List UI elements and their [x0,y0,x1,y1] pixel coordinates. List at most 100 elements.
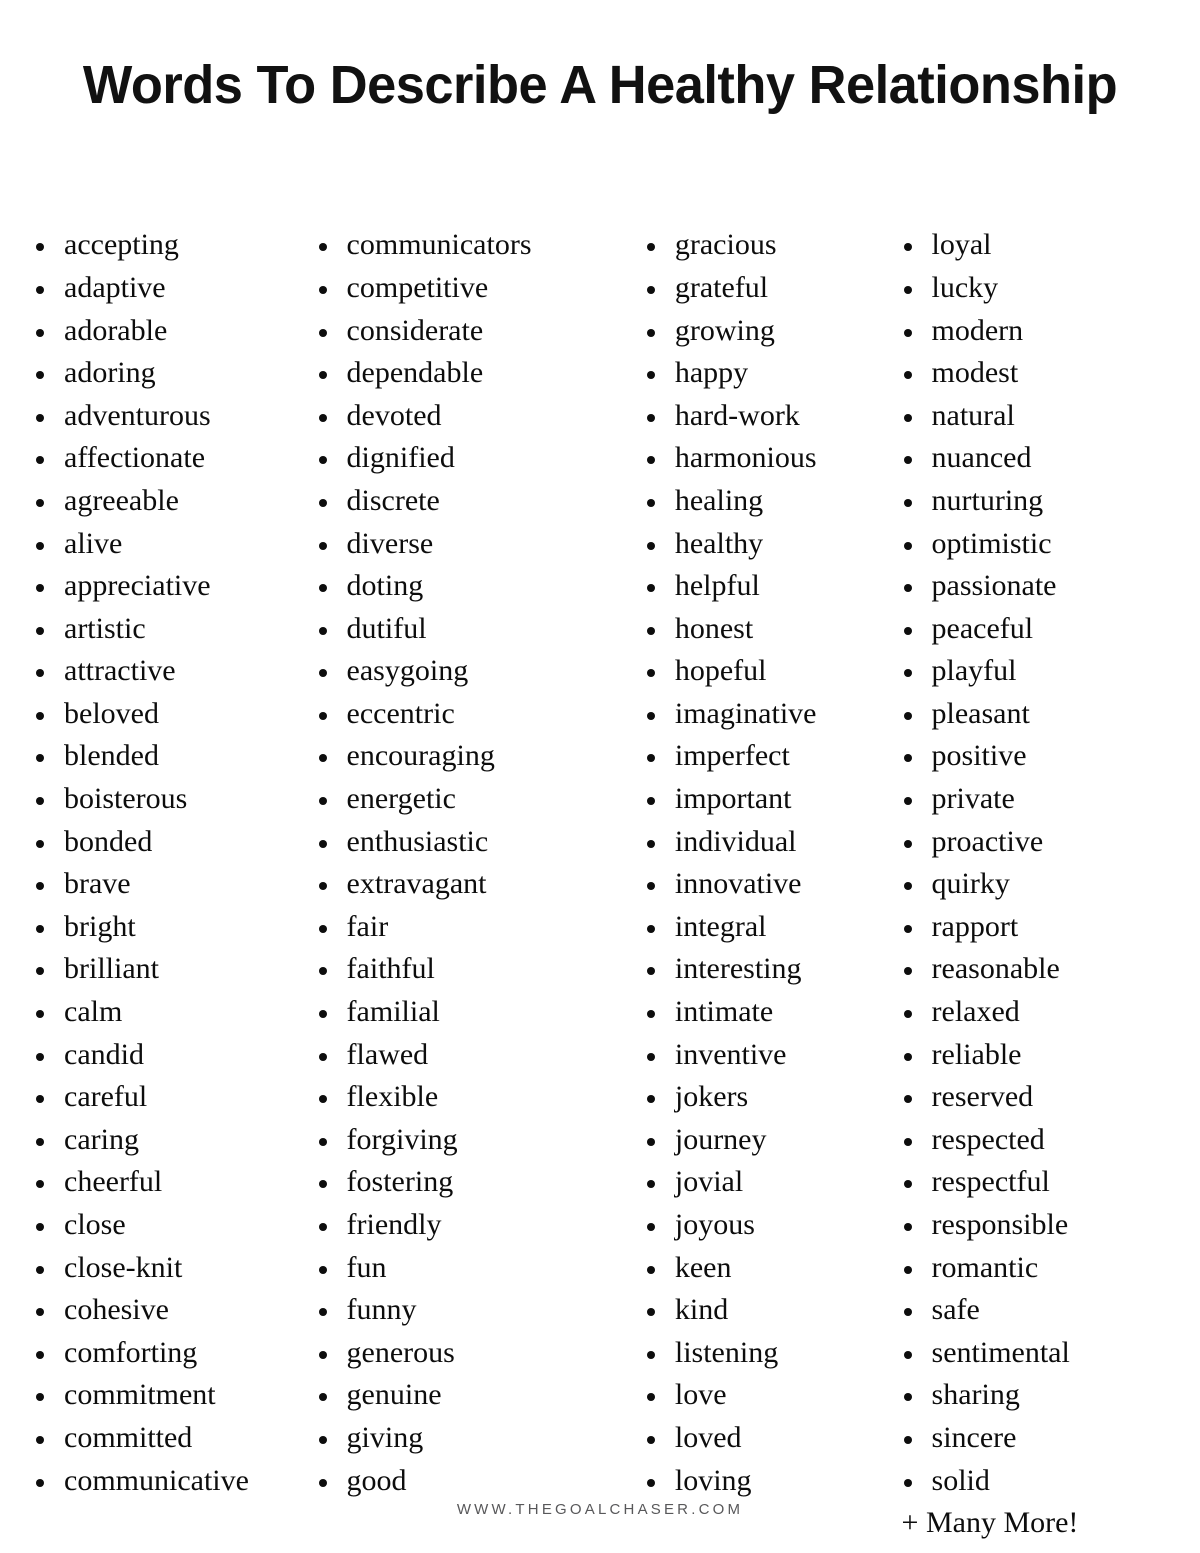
page-footer: WWW.THEGOALCHASER.COM [0,1501,1200,1519]
list-item: joyous [637,1204,886,1247]
list-item: cheerful [26,1161,299,1204]
list-item: giving [309,1417,625,1460]
list-item: eccentric [309,693,625,736]
list-item: journey [637,1119,886,1162]
list-item: good [309,1460,625,1503]
list-item: careful [26,1076,299,1119]
list-item: commitment [26,1374,299,1417]
list-item: beloved [26,693,299,736]
printable-word-list-page: Words To Describe A Healthy Relationship… [0,0,1200,1553]
list-item: close-knit [26,1247,299,1290]
list-item: listening [637,1332,886,1375]
list-item: comforting [26,1332,299,1375]
list-item: individual [637,821,886,864]
list-item: energetic [309,778,625,821]
list-item: genuine [309,1374,625,1417]
list-item: artistic [26,608,299,651]
list-item: adaptive [26,267,299,310]
page-title: Words To Describe A Healthy Relationship [82,55,1118,116]
list-item: flawed [309,1034,625,1077]
list-item: hopeful [637,650,886,693]
list-item: modest [894,352,1184,395]
list-item: considerate [309,310,625,353]
list-item: fun [309,1247,625,1290]
list-item: harmonious [637,437,886,480]
list-item: respected [894,1119,1184,1162]
list-item: sincere [894,1417,1184,1460]
list-item: bonded [26,821,299,864]
list-item: pleasant [894,693,1184,736]
list-item: fostering [309,1161,625,1204]
list-item: positive [894,735,1184,778]
word-column-4: loyal lucky modern modest natural nuance… [886,224,1184,1544]
list-item: fair [309,906,625,949]
list-item: dutiful [309,608,625,651]
list-item: familial [309,991,625,1034]
list-item: dignified [309,437,625,480]
list-item: bright [26,906,299,949]
list-item: adoring [26,352,299,395]
list-item: easygoing [309,650,625,693]
list-item: forgiving [309,1119,625,1162]
list-item: reserved [894,1076,1184,1119]
list-item: quirky [894,863,1184,906]
list-item: affectionate [26,437,299,480]
word-list-1: accepting adaptive adorable adoring adve… [26,224,299,1502]
list-item: alive [26,523,299,566]
list-item: agreeable [26,480,299,523]
list-item: nuanced [894,437,1184,480]
list-item: funny [309,1289,625,1332]
list-item: brilliant [26,948,299,991]
footer-website-url: WWW.THEGOALCHASER.COM [456,1501,744,1518]
list-item: nurturing [894,480,1184,523]
list-item: competitive [309,267,625,310]
list-item: enthusiastic [309,821,625,864]
list-item: important [637,778,886,821]
list-item: committed [26,1417,299,1460]
list-item: happy [637,352,886,395]
list-item: interesting [637,948,886,991]
list-item: sentimental [894,1332,1184,1375]
list-item: private [894,778,1184,821]
list-item: respectful [894,1161,1184,1204]
list-item: friendly [309,1204,625,1247]
list-item: innovative [637,863,886,906]
list-item: safe [894,1289,1184,1332]
list-item: accepting [26,224,299,267]
list-item: loyal [894,224,1184,267]
list-item: flexible [309,1076,625,1119]
list-item: intimate [637,991,886,1034]
list-item: peaceful [894,608,1184,651]
list-item: dependable [309,352,625,395]
list-item: relaxed [894,991,1184,1034]
word-column-1: accepting adaptive adorable adoring adve… [16,224,299,1502]
list-item: growing [637,310,886,353]
word-list-4: loyal lucky modern modest natural nuance… [894,224,1184,1502]
list-item: cohesive [26,1289,299,1332]
list-item: blended [26,735,299,778]
list-item: imaginative [637,693,886,736]
list-item: close [26,1204,299,1247]
list-item: playful [894,650,1184,693]
list-item: appreciative [26,565,299,608]
word-list-3: gracious grateful growing happy hard-wor… [637,224,886,1502]
list-item: honest [637,608,886,651]
list-item: integral [637,906,886,949]
list-item: helpful [637,565,886,608]
list-item: kind [637,1289,886,1332]
list-item: sharing [894,1374,1184,1417]
word-column-3: gracious grateful growing happy hard-wor… [625,224,886,1502]
list-item: devoted [309,395,625,438]
list-item: keen [637,1247,886,1290]
list-item: adventurous [26,395,299,438]
word-column-2: communicators competitive considerate de… [299,224,625,1502]
list-item: responsible [894,1204,1184,1247]
list-item: calm [26,991,299,1034]
list-item: adorable [26,310,299,353]
list-item: loving [637,1460,886,1503]
list-item: healing [637,480,886,523]
list-item: loved [637,1417,886,1460]
word-list-2: communicators competitive considerate de… [309,224,625,1502]
list-item: healthy [637,523,886,566]
list-item: love [637,1374,886,1417]
